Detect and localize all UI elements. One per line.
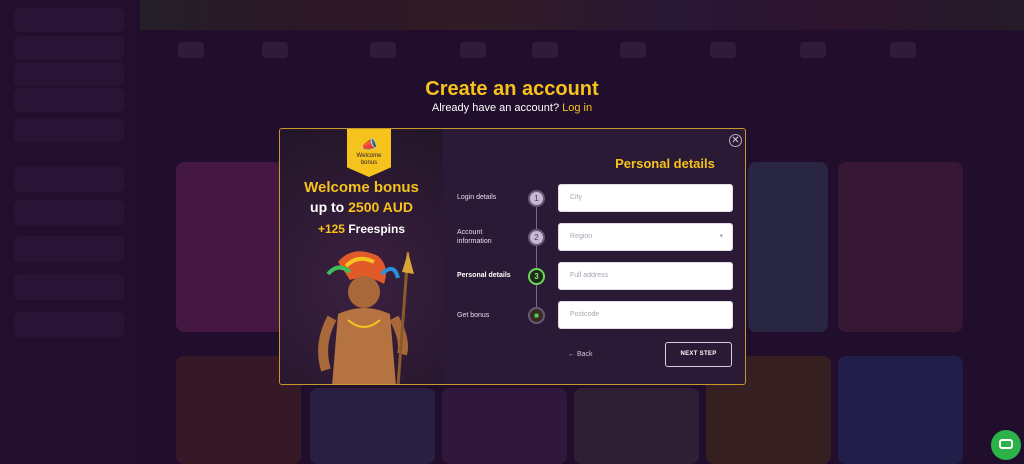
- promo-amount-line: up to 2500 AUD: [280, 199, 443, 215]
- freespins-label: Freespins: [348, 222, 406, 236]
- promo-amount-prefix: up to: [310, 199, 345, 215]
- step-circle-3: 3: [528, 268, 545, 285]
- step-circle-2: 2: [528, 229, 545, 246]
- step-circle-1: 1: [528, 190, 545, 207]
- promo-amount: 2500 AUD: [348, 199, 413, 215]
- welcome-ribbon: 📣 Welcome bonus: [347, 129, 391, 177]
- chat-button[interactable]: [991, 430, 1021, 460]
- step-label-personal-details: Personal details: [457, 272, 511, 279]
- warrior-illustration: [318, 251, 414, 384]
- login-prompt-text: Already have an account?: [431, 102, 560, 114]
- chat-icon: [999, 439, 1013, 449]
- back-button[interactable]: ← Back: [568, 351, 593, 358]
- step-connector: [536, 199, 537, 319]
- ribbon-line-1: Welcome: [356, 153, 382, 159]
- arrow-left-icon: ←: [568, 351, 575, 358]
- gift-icon: ■: [528, 307, 545, 324]
- promo-panel: 📣 Welcome bonus Welcome bonus up to 2500…: [280, 129, 443, 384]
- city-field[interactable]: City: [558, 184, 733, 212]
- step-label-get-bonus: Get bonus: [457, 312, 490, 319]
- ribbon-line-2: bonus: [360, 160, 378, 166]
- step-label-login-details: Login details: [457, 194, 497, 201]
- freespins-amount: +125: [317, 222, 345, 236]
- login-link[interactable]: Log in: [562, 102, 592, 114]
- region-select[interactable]: Region ▾: [558, 223, 733, 251]
- back-label: Back: [576, 351, 593, 358]
- login-prompt: Already have an account? Log in: [0, 102, 1024, 114]
- region-placeholder: Region: [570, 233, 593, 240]
- step-label-account-information: Account information: [457, 229, 492, 245]
- promo-freespins-line: +125 Freespins: [280, 222, 443, 236]
- chevron-down-icon: ▾: [719, 233, 723, 240]
- promo-headline: Welcome bonus: [304, 179, 419, 196]
- section-title: Personal details: [615, 156, 715, 171]
- postcode-field[interactable]: Postcode: [558, 301, 733, 329]
- signup-modal: 📣 Welcome bonus Welcome bonus up to 2500…: [279, 128, 746, 385]
- next-step-button[interactable]: NEXT STEP: [665, 342, 732, 367]
- page-title: Create an account: [425, 78, 599, 100]
- close-icon[interactable]: ✕: [729, 134, 742, 147]
- megaphone-icon: 📣: [361, 137, 378, 152]
- address-field[interactable]: Full address: [558, 262, 733, 290]
